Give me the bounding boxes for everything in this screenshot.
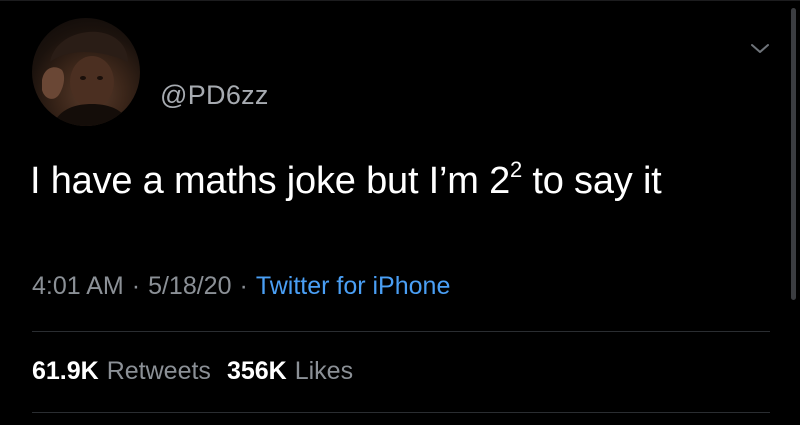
tweet-meta: 4:01 AM · 5/18/20 · Twitter for iPhone (32, 272, 450, 301)
meta-separator: · (131, 272, 141, 300)
tweet-date: 5/18/20 (148, 272, 232, 300)
tweet-text-superscript: 2 (510, 157, 523, 182)
tweet-text-main: I have a maths joke but I’m 2 (30, 160, 510, 202)
tweet-stats: 61.9K Retweets 356K Likes (32, 357, 353, 386)
tweet-text: I have a maths joke but I’m 22 to say it (30, 157, 662, 203)
retweets-stat[interactable]: 61.9K Retweets (32, 357, 211, 385)
divider (32, 331, 770, 332)
tweet-source-link[interactable]: Twitter for iPhone (256, 272, 451, 300)
likes-label: Likes (294, 357, 354, 385)
retweets-count: 61.9K (32, 357, 99, 385)
top-divider (0, 0, 800, 1)
retweets-label: Retweets (106, 357, 211, 385)
scrollbar-thumb[interactable] (791, 8, 796, 300)
user-handle[interactable]: @PD6zz (160, 80, 269, 111)
scrollbar[interactable] (790, 0, 798, 425)
likes-stat[interactable]: 356K Likes (227, 357, 353, 385)
user-avatar[interactable] (32, 18, 140, 126)
meta-separator: · (239, 272, 248, 300)
divider (32, 412, 770, 413)
likes-count: 356K (226, 357, 287, 385)
chevron-down-icon[interactable] (749, 40, 771, 56)
avatar-photo-icon (42, 31, 132, 126)
tweet-time: 4:01 AM (32, 272, 124, 300)
tweet-text-end: to say it (522, 160, 662, 202)
